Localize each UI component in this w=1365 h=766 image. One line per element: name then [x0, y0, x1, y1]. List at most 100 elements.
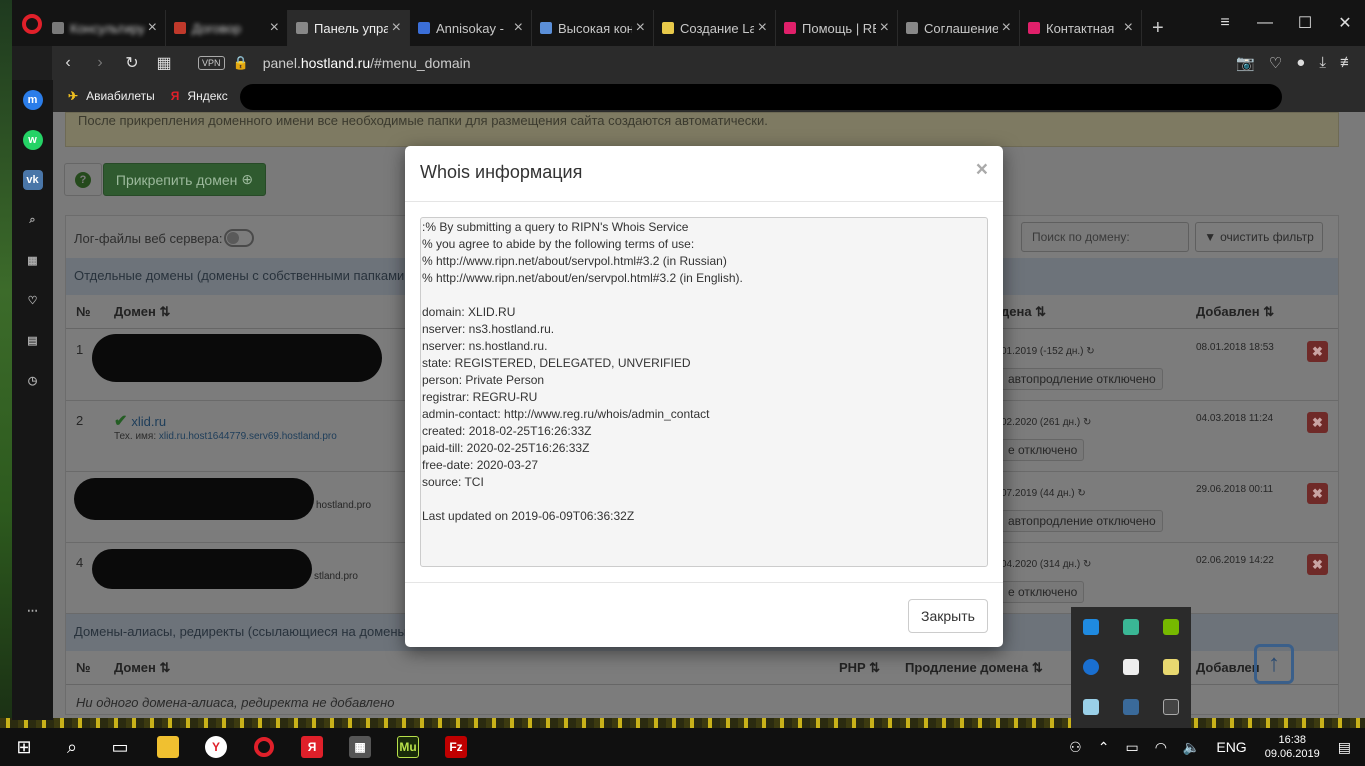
nvidia-icon[interactable]: [1151, 607, 1191, 647]
history-icon[interactable]: ◷: [23, 370, 43, 390]
search-icon[interactable]: ⌕: [23, 210, 43, 230]
bluetooth-icon[interactable]: [1071, 647, 1111, 687]
browser-tab[interactable]: Соглашение ×: [898, 10, 1020, 46]
close-window-button[interactable]: ✕: [1325, 13, 1365, 33]
camera-icon[interactable]: 📷: [1236, 54, 1255, 72]
language-indicator[interactable]: ENG: [1216, 739, 1246, 755]
app-tray-icon[interactable]: [1111, 607, 1151, 647]
new-tab-button[interactable]: +: [1142, 17, 1174, 46]
tab-close-icon[interactable]: ×: [514, 19, 523, 37]
clear-filter-button[interactable]: ▼ очистить фильтр: [1195, 222, 1323, 252]
people-icon[interactable]: ⚇: [1069, 739, 1082, 756]
opera-icon[interactable]: [240, 728, 288, 766]
bookmark-yandex[interactable]: Я Яндекс: [171, 89, 228, 103]
security-shield-icon[interactable]: [1111, 647, 1151, 687]
extension-icon[interactable]: ●: [1296, 54, 1305, 72]
tab-close-icon[interactable]: ×: [880, 19, 889, 37]
explorer-icon[interactable]: [144, 728, 192, 766]
autorenew-badge[interactable]: автопродление отключено: [1001, 510, 1163, 532]
browser-tab[interactable]: Панель упра ×: [288, 10, 410, 46]
maximize-button[interactable]: ☐: [1285, 13, 1325, 33]
clock[interactable]: 16:38 09.06.2019: [1265, 733, 1320, 761]
bookmark-aviabilety[interactable]: ✈ Авиабилеты: [68, 89, 155, 103]
minimize-button[interactable]: —: [1245, 14, 1285, 32]
tab-menu-icon[interactable]: ≡: [1205, 14, 1245, 32]
tab-close-icon[interactable]: ×: [636, 19, 645, 37]
delete-button[interactable]: ✖: [1307, 341, 1328, 362]
col-domain[interactable]: Домен ⇅: [114, 660, 170, 676]
scroll-to-top-button[interactable]: ↑: [1254, 644, 1294, 684]
muse-icon[interactable]: Mu: [384, 728, 432, 766]
autorenew-badge[interactable]: е отключено: [1001, 439, 1085, 461]
help-button[interactable]: ?: [64, 163, 102, 196]
start-button[interactable]: ⊞: [0, 728, 48, 766]
tab-close-icon[interactable]: ×: [1002, 19, 1011, 37]
vk-icon[interactable]: vk: [22, 170, 43, 190]
more-icon[interactable]: ⋯: [23, 600, 43, 620]
autorenew-badge[interactable]: е отключено: [1001, 581, 1085, 603]
news-icon[interactable]: ▤: [23, 330, 43, 350]
heart-icon[interactable]: ♡: [1269, 54, 1282, 72]
delete-button[interactable]: ✖: [1307, 412, 1328, 433]
browser-tab[interactable]: Договор ×: [166, 10, 288, 46]
tab-close-icon[interactable]: ×: [148, 19, 157, 37]
col-added[interactable]: Добавлен ⇅: [1196, 304, 1274, 320]
tool3-tray-icon[interactable]: [1151, 687, 1191, 727]
autorenew-badge[interactable]: автопродление отключено: [1001, 368, 1163, 390]
volume-icon[interactable]: 🔈: [1183, 739, 1200, 756]
browser-tab[interactable]: Создание La ×: [654, 10, 776, 46]
browser-tab[interactable]: Контактная ×: [1020, 10, 1142, 46]
yandex-browser-icon[interactable]: Y: [192, 728, 240, 766]
vpn-badge[interactable]: VPN: [198, 56, 225, 70]
close-button[interactable]: Закрыть: [908, 599, 988, 633]
search-icon[interactable]: ⌕: [48, 728, 96, 766]
battery-icon[interactable]: ▭: [1125, 739, 1138, 756]
task-view-icon[interactable]: ▭: [96, 728, 144, 766]
yandex-icon[interactable]: Я: [288, 728, 336, 766]
download-icon[interactable]: ⤓: [1319, 54, 1326, 72]
notifications-icon[interactable]: ▤: [1338, 739, 1351, 756]
back-button[interactable]: ‹: [52, 54, 84, 72]
settings-sliders-icon[interactable]: ≢: [1340, 54, 1355, 72]
opera-menu-icon[interactable]: [22, 14, 42, 34]
attach-domain-button[interactable]: Прикрепить домен ⊕: [103, 163, 266, 196]
tab-close-icon[interactable]: ×: [1124, 19, 1133, 37]
tab-close-icon[interactable]: ×: [392, 19, 401, 37]
col-renew[interactable]: Продление домена ⇅: [905, 660, 1043, 676]
tool-tray-icon[interactable]: [1071, 687, 1111, 727]
browser-tab[interactable]: Высокая кон ×: [532, 10, 654, 46]
whatsapp-icon[interactable]: w: [22, 130, 43, 150]
log-files-toggle[interactable]: [224, 229, 255, 247]
col-added[interactable]: Добавлен: [1196, 660, 1260, 675]
col-domain[interactable]: Домен ⇅: [114, 304, 170, 320]
teamviewer-icon[interactable]: [1071, 607, 1111, 647]
tool2-tray-icon[interactable]: [1111, 687, 1151, 727]
delete-button[interactable]: ✖: [1307, 483, 1328, 504]
domain-link[interactable]: ✔ xlid.ru: [114, 411, 166, 431]
browser-tab[interactable]: Annisokay - ×: [410, 10, 532, 46]
col-php[interactable]: PHP ⇅: [839, 660, 880, 676]
forward-button[interactable]: ›: [84, 54, 116, 72]
grid-icon[interactable]: ▦: [23, 250, 43, 270]
col-renew[interactable]: дена ⇅: [1001, 304, 1046, 320]
delete-button[interactable]: ✖: [1307, 554, 1328, 575]
reload-button[interactable]: ↻: [116, 53, 148, 73]
wifi-icon[interactable]: ◠: [1155, 739, 1167, 756]
domain-name[interactable]: xlid.ru: [131, 414, 166, 429]
url-field[interactable]: panel.hostland.ru/#menu_domain: [263, 55, 471, 71]
messenger-icon[interactable]: m: [22, 90, 43, 110]
antivirus-icon[interactable]: [1151, 647, 1191, 687]
tab-close-icon[interactable]: ×: [270, 19, 279, 37]
calculator-icon[interactable]: ▦: [336, 728, 384, 766]
chevron-up-icon[interactable]: ⌃: [1098, 739, 1110, 756]
modal-close-icon[interactable]: ×: [976, 158, 988, 182]
tab-close-icon[interactable]: ×: [758, 19, 767, 37]
whois-textarea[interactable]: :% By submitting a query to RIPN's Whois…: [420, 217, 988, 567]
domain-search-input[interactable]: Поиск по домену:: [1021, 222, 1189, 252]
heart-icon[interactable]: ♡: [23, 290, 43, 310]
speed-dial-icon[interactable]: ▦: [148, 53, 180, 73]
browser-tab[interactable]: Консультиру ×: [44, 10, 166, 46]
browser-tab[interactable]: Помощь | RE ×: [776, 10, 898, 46]
lock-icon[interactable]: 🔒: [233, 55, 249, 71]
filezilla-icon[interactable]: Fz: [432, 728, 480, 766]
